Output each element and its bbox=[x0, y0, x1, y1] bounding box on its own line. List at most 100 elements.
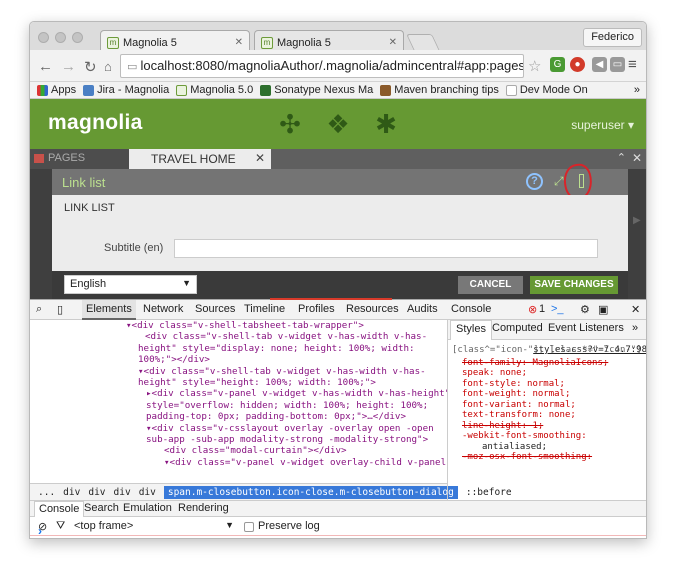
pulse-icon[interactable]: ❖ bbox=[324, 110, 352, 138]
filter-icon[interactable]: ⛛ bbox=[56, 520, 65, 533]
bookmark-devmode[interactable]: Dev Mode On bbox=[505, 84, 588, 96]
tab-elements[interactable]: Elements bbox=[82, 300, 136, 320]
user-menu[interactable]: superuser ▾ bbox=[571, 118, 634, 132]
bookmark-star-icon[interactable]: ☆ bbox=[528, 57, 541, 75]
extension-gray-icon[interactable]: ▭ bbox=[610, 57, 625, 72]
language-select[interactable]: English ▼ bbox=[64, 275, 197, 294]
maximize-window-button[interactable] bbox=[72, 32, 83, 43]
dock-side-icon[interactable]: ▣ bbox=[598, 303, 608, 316]
address-bar[interactable]: ▭ localhost:8080/magnoliaAuthor/.magnoli… bbox=[120, 54, 524, 78]
style-prop[interactable]: font-style: normal; bbox=[462, 379, 646, 390]
device-mode-icon[interactable]: ▯ bbox=[57, 303, 63, 316]
dom-line[interactable]: style="overflow: hidden; width: 100%; he… bbox=[30, 400, 447, 411]
style-prop[interactable]: line-height: 1; bbox=[462, 421, 646, 432]
breadcrumb-item[interactable]: div bbox=[139, 487, 156, 498]
console-drawer-icon[interactable]: >_ bbox=[551, 303, 564, 315]
style-prop[interactable]: font-weight: normal; bbox=[462, 389, 646, 400]
save-changes-button[interactable]: SAVE CHANGES bbox=[530, 276, 618, 294]
subtitle-input[interactable] bbox=[174, 239, 598, 258]
forward-icon[interactable]: → bbox=[61, 58, 76, 75]
style-prop[interactable]: font-family: MagnoliaIcons; bbox=[462, 358, 646, 369]
tab-event-listeners[interactable]: Event Listeners bbox=[548, 323, 624, 334]
tab-resources[interactable]: Resources bbox=[346, 303, 399, 315]
new-tab-button[interactable] bbox=[406, 34, 440, 51]
menu-icon[interactable]: ≡ bbox=[628, 56, 637, 73]
bookmark-apps[interactable]: Apps bbox=[37, 84, 76, 96]
search-icon[interactable]: ⌕ bbox=[36, 303, 42, 316]
tab-emulation[interactable]: Emulation bbox=[123, 502, 172, 514]
style-prop[interactable]: font-variant: normal; bbox=[462, 400, 646, 411]
tab-pages[interactable]: PAGES bbox=[30, 149, 129, 169]
dom-line[interactable]: ▾<div class="v-shell-tab v-widget v-has-… bbox=[30, 366, 447, 377]
tab-travel-home[interactable]: TRAVEL HOME ✕ bbox=[129, 149, 271, 169]
breadcrumb-item[interactable]: div bbox=[88, 487, 105, 498]
bookmark-maven[interactable]: Maven branching tips bbox=[380, 84, 499, 96]
tab-sources[interactable]: Sources bbox=[195, 303, 235, 315]
dom-line[interactable]: ▾<div class="v-panel v-widget overlay-ch… bbox=[30, 457, 447, 468]
console-prompt[interactable]: › bbox=[38, 524, 42, 538]
tab-search[interactable]: Search bbox=[84, 502, 119, 514]
bookmark-nexus[interactable]: Sonatype Nexus Ma bbox=[260, 84, 373, 96]
more-tabs-icon[interactable]: » bbox=[632, 323, 638, 334]
tab-rendering[interactable]: Rendering bbox=[178, 502, 229, 514]
style-prop[interactable]: -moz-osx-font-smoothing: bbox=[462, 452, 646, 463]
breadcrumb-item[interactable]: ... bbox=[38, 487, 55, 498]
dom-line[interactable]: ▸<div class="v-panel v-widget v-has-widt… bbox=[30, 388, 447, 399]
style-prop[interactable]: text-transform: none; bbox=[462, 410, 646, 421]
help-icon[interactable]: ? bbox=[526, 173, 543, 190]
extension-red-icon[interactable]: ● bbox=[570, 57, 585, 72]
browser-tab-2[interactable]: m Magnolia 5 ✕ bbox=[254, 30, 404, 51]
error-icon[interactable]: ⊗ bbox=[528, 303, 537, 316]
dom-line[interactable]: <div class="modal-curtain"></div> bbox=[30, 445, 447, 456]
dom-line[interactable]: sub-app -sub-app modality-strong -modali… bbox=[30, 434, 447, 445]
extension-g-icon[interactable]: G bbox=[550, 57, 565, 72]
close-tab-icon[interactable]: ✕ bbox=[235, 37, 243, 48]
tab-console[interactable]: Console bbox=[451, 303, 491, 315]
preserve-log-checkbox[interactable] bbox=[244, 522, 254, 532]
tab-computed[interactable]: Computed bbox=[492, 323, 543, 334]
back-icon[interactable]: ← bbox=[38, 58, 53, 75]
tab-network[interactable]: Network bbox=[143, 303, 183, 315]
dom-line[interactable]: <div class="v-shell-tab v-widget v-has-w… bbox=[30, 331, 447, 342]
dom-line[interactable]: ▾<div class="v-shell-tabsheet-tab-wrappe… bbox=[30, 320, 447, 331]
tab-audits[interactable]: Audits bbox=[407, 303, 438, 315]
dom-line[interactable]: height" style="display: none; height: 10… bbox=[30, 343, 447, 354]
style-prop[interactable]: antialiased; bbox=[462, 442, 646, 453]
breadcrumb-selected[interactable]: span.m-closebutton.icon-close.m-closebut… bbox=[163, 486, 458, 499]
home-icon[interactable]: ⌂ bbox=[104, 59, 112, 74]
extension-speaker-icon[interactable]: ◀ bbox=[592, 57, 607, 72]
breadcrumb-item[interactable]: div bbox=[114, 487, 131, 498]
fullscreen-icon[interactable]: ⌃ bbox=[617, 151, 626, 164]
profile-button[interactable]: Federico bbox=[583, 28, 642, 47]
apps-launcher-icon[interactable]: ✣ bbox=[276, 110, 304, 138]
bookmarks-more-icon[interactable]: » bbox=[634, 84, 640, 96]
tab-timeline[interactable]: Timeline bbox=[244, 303, 285, 315]
tab-profiles[interactable]: Profiles bbox=[298, 303, 335, 315]
dom-line[interactable]: padding-top: 0px; padding-bottom: 0px;">… bbox=[30, 411, 447, 422]
close-app-icon[interactable]: ✕ bbox=[632, 151, 642, 165]
dom-line[interactable]: 100%;"></div> bbox=[30, 354, 447, 365]
cancel-button[interactable]: CANCEL bbox=[458, 276, 523, 294]
frame-select[interactable]: <top frame> ▼ bbox=[74, 520, 234, 532]
style-prop[interactable]: speak: none; bbox=[462, 368, 646, 379]
bookmark-jira[interactable]: Jira - Magnolia bbox=[83, 84, 169, 96]
close-devtools-icon[interactable]: ✕ bbox=[631, 303, 640, 316]
favorites-icon[interactable]: ✱ bbox=[372, 110, 400, 138]
dom-tree[interactable]: ▾<div class="v-shell-tabsheet-tab-wrappe… bbox=[30, 320, 447, 483]
bookmark-magnolia[interactable]: Magnolia 5.0 bbox=[176, 84, 253, 96]
reload-icon[interactable]: ↻ bbox=[84, 58, 97, 76]
minimize-window-button[interactable] bbox=[55, 32, 66, 43]
close-tab-icon[interactable]: ✕ bbox=[255, 151, 265, 165]
scroll-right-icon[interactable]: ▶ bbox=[633, 215, 641, 226]
tab-styles[interactable]: Styles bbox=[450, 320, 492, 340]
settings-gear-icon[interactable]: ⚙ bbox=[580, 303, 590, 316]
close-tab-icon[interactable]: ✕ bbox=[389, 37, 397, 48]
dom-line[interactable]: height" style="height: 100%; width: 100%… bbox=[30, 377, 447, 388]
tab-console-drawer[interactable]: Console bbox=[34, 501, 85, 517]
close-window-button[interactable] bbox=[38, 32, 49, 43]
breadcrumb-item[interactable]: div bbox=[63, 487, 80, 498]
style-prop[interactable]: -webkit-font-smoothing: bbox=[462, 431, 646, 442]
expand-icon[interactable]: ⤢ bbox=[554, 174, 564, 189]
dom-line[interactable]: ▾<div class="v-csslayout overlay -overla… bbox=[30, 423, 447, 434]
browser-tab-1[interactable]: m Magnolia 5 ✕ bbox=[100, 30, 250, 51]
